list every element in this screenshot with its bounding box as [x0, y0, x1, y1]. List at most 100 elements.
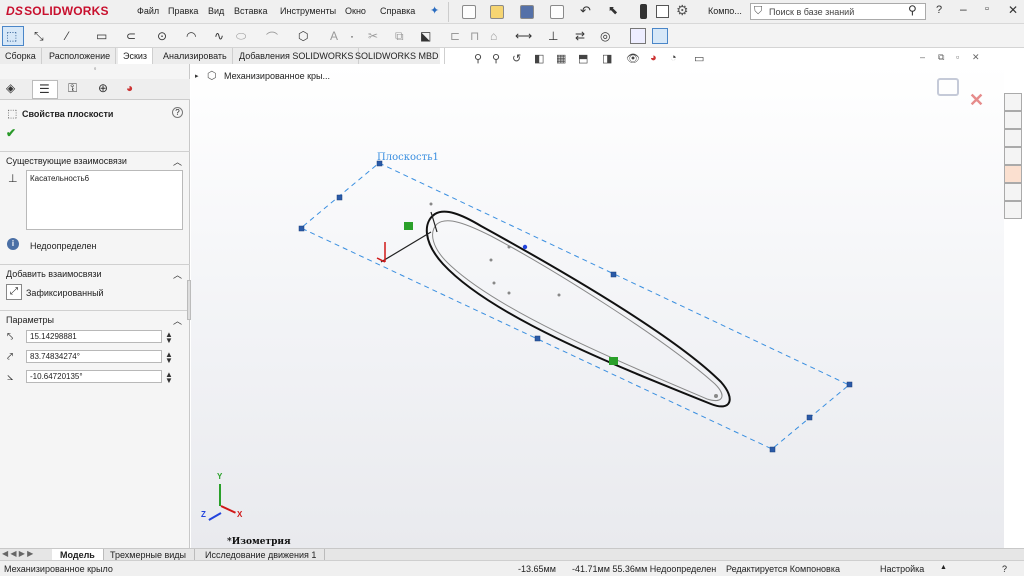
tab-sketch[interactable]: Эскиз	[118, 48, 154, 64]
scroll-tabs-icon[interactable]: ◀ ◀ ▶ ▶	[2, 549, 33, 558]
traffic-light-icon[interactable]	[640, 4, 647, 19]
menu-tools[interactable]: Инструменты	[280, 6, 336, 16]
arc-icon[interactable]: ◠	[186, 29, 196, 43]
view-palette-icon[interactable]	[1004, 147, 1022, 165]
add-relations-header[interactable]: Добавить взаимосвязи ︿	[0, 264, 190, 282]
file-properties-icon[interactable]	[656, 5, 669, 18]
repair-sketch-icon[interactable]: ⇄	[575, 29, 585, 43]
plane-handle[interactable]	[610, 271, 617, 278]
fixed-relation-button[interactable]: Зафиксированный	[26, 288, 104, 298]
menu-view[interactable]: Вид	[208, 6, 224, 16]
tab-evaluate[interactable]: Анализировать	[158, 48, 233, 64]
ellipse-icon[interactable]: ⬭	[236, 29, 246, 44]
polygon-icon[interactable]: ⬡	[298, 29, 308, 43]
spinner-icon[interactable]: ▲ ▼	[165, 371, 173, 385]
viewport-restore-icon[interactable]: ▫	[956, 52, 959, 62]
smart-dimension-icon[interactable]: ⤡	[34, 29, 44, 44]
param-angle1-input[interactable]: 83.74834274°	[26, 350, 162, 363]
appearances-icon[interactable]	[1004, 165, 1022, 183]
slot-icon[interactable]: ⊂	[126, 29, 136, 43]
menu-insert[interactable]: Вставка	[234, 6, 267, 16]
display-relations-icon[interactable]: ⟷	[515, 29, 532, 43]
edit-appearance-icon[interactable]: ◕	[650, 52, 657, 64]
quick-snaps-icon[interactable]: ◎	[600, 29, 610, 43]
dimxpert-icon[interactable]: ⊕	[98, 81, 108, 95]
solidworks-logo[interactable]: DSSOLIDWORKS	[6, 4, 109, 18]
tab-assembly[interactable]: Сборка	[0, 48, 42, 64]
plane-handle[interactable]	[769, 446, 776, 453]
custom-properties-icon[interactable]	[1004, 183, 1022, 201]
search-input[interactable]: ⛉ Поиск в базе знаний	[750, 3, 926, 20]
status-units-settings[interactable]: Настройка	[880, 564, 924, 574]
menu-file[interactable]: Файл	[137, 6, 159, 16]
restore-icon[interactable]: ▫	[985, 3, 989, 15]
configuration-manager-icon[interactable]: ⚿	[68, 81, 77, 96]
help-icon[interactable]: ?	[172, 107, 183, 118]
param-angle2-input[interactable]: -10.64720135°	[26, 370, 162, 383]
display-manager-icon[interactable]: ◕	[126, 81, 133, 95]
add-relation-icon[interactable]: ⊥	[548, 29, 558, 43]
mirror-icon[interactable]: ⊏	[450, 29, 460, 43]
point-icon[interactable]: ·	[350, 29, 354, 43]
tab-layout[interactable]: Расположение	[44, 48, 117, 64]
print-icon[interactable]	[550, 5, 564, 19]
plane-handle[interactable]	[298, 225, 305, 232]
existing-relations-header[interactable]: Существующие взаимосвязи ︿	[0, 151, 190, 169]
gear-icon[interactable]: ⚙	[676, 2, 689, 19]
linear-pattern-icon[interactable]: ⊓	[470, 29, 479, 43]
tab-solidworks-mbd[interactable]: SOLIDWORKS MBD	[350, 48, 445, 64]
file-explorer-icon[interactable]	[1004, 129, 1022, 147]
close-icon[interactable]: ✕	[1008, 3, 1018, 17]
reference-plane[interactable]	[300, 162, 850, 450]
minimize-icon[interactable]: –	[960, 2, 967, 16]
chevron-up-icon[interactable]: ▲	[940, 564, 947, 571]
plane-handle[interactable]	[336, 194, 343, 201]
relation-item[interactable]: Касательность6	[30, 174, 89, 183]
rapid-sketch-icon[interactable]	[630, 28, 646, 44]
search-icon[interactable]: ⚲	[908, 3, 917, 17]
plane-handle[interactable]	[376, 160, 383, 167]
status-help-icon[interactable]: ?	[1002, 564, 1007, 574]
open-icon[interactable]	[490, 5, 504, 19]
help-icon[interactable]: ?	[936, 4, 942, 16]
fillet-icon[interactable]: ⌒	[266, 29, 278, 46]
home-icon[interactable]	[1004, 93, 1022, 111]
menu-help[interactable]: Справка	[380, 6, 415, 16]
plane-handle[interactable]	[806, 414, 813, 421]
viewport-tile-icon[interactable]: ⧉	[938, 52, 944, 63]
design-library-icon[interactable]	[1004, 111, 1022, 129]
trim-icon[interactable]: ✂	[368, 29, 378, 43]
forum-icon[interactable]	[1004, 201, 1022, 219]
feature-manager-icon[interactable]: ◈	[6, 81, 15, 95]
circle-icon[interactable]: ⊙	[157, 29, 167, 43]
line-icon[interactable]: ⁄	[66, 29, 68, 43]
viewport-minimize-icon[interactable]: –	[920, 52, 925, 62]
spline-icon[interactable]: ∿	[214, 29, 224, 43]
parameters-header[interactable]: Параметры ︿	[0, 310, 190, 328]
rectangle-icon[interactable]: ▭	[96, 29, 107, 43]
graphics-area[interactable]: ▸ ⬡ Механизированное кры... ⚲ ⚲ ↺ ◧ ▦ ⬒ …	[191, 52, 1004, 548]
airfoil-profile-outer[interactable]	[425, 210, 731, 408]
ok-checkmark-icon[interactable]: ✔	[6, 126, 16, 140]
param-distance-input[interactable]: 15.14298881	[26, 330, 162, 343]
plane-handle[interactable]	[534, 335, 541, 342]
select-arrow-icon[interactable]: ⬉	[608, 3, 618, 17]
text-icon[interactable]: A	[330, 29, 338, 43]
menu-window[interactable]: Окно	[345, 6, 366, 16]
new-document-icon[interactable]	[462, 5, 476, 19]
tangency-relation-icon[interactable]	[404, 222, 413, 230]
move-entities-icon[interactable]: ⌂	[490, 29, 497, 43]
viewport-close-icon[interactable]: ✕	[972, 52, 980, 63]
spline-point[interactable]	[522, 244, 528, 250]
offset-icon[interactable]: ⧉	[395, 29, 404, 44]
tangency-relation-icon[interactable]	[609, 357, 618, 365]
undo-icon[interactable]: ↶	[580, 3, 591, 19]
panel-collapse-handle[interactable]: ◦	[0, 64, 190, 78]
spinner-icon[interactable]: ▲ ▼	[165, 351, 173, 365]
convert-entities-icon[interactable]: ⬕	[420, 29, 431, 43]
menu-edit[interactable]: Правка	[168, 6, 198, 16]
tab-solidworks-addins[interactable]: Добавления SOLIDWORKS	[234, 48, 360, 64]
save-icon[interactable]	[520, 5, 534, 19]
instant2d-icon[interactable]	[652, 28, 668, 44]
plane-handle[interactable]	[846, 381, 853, 388]
